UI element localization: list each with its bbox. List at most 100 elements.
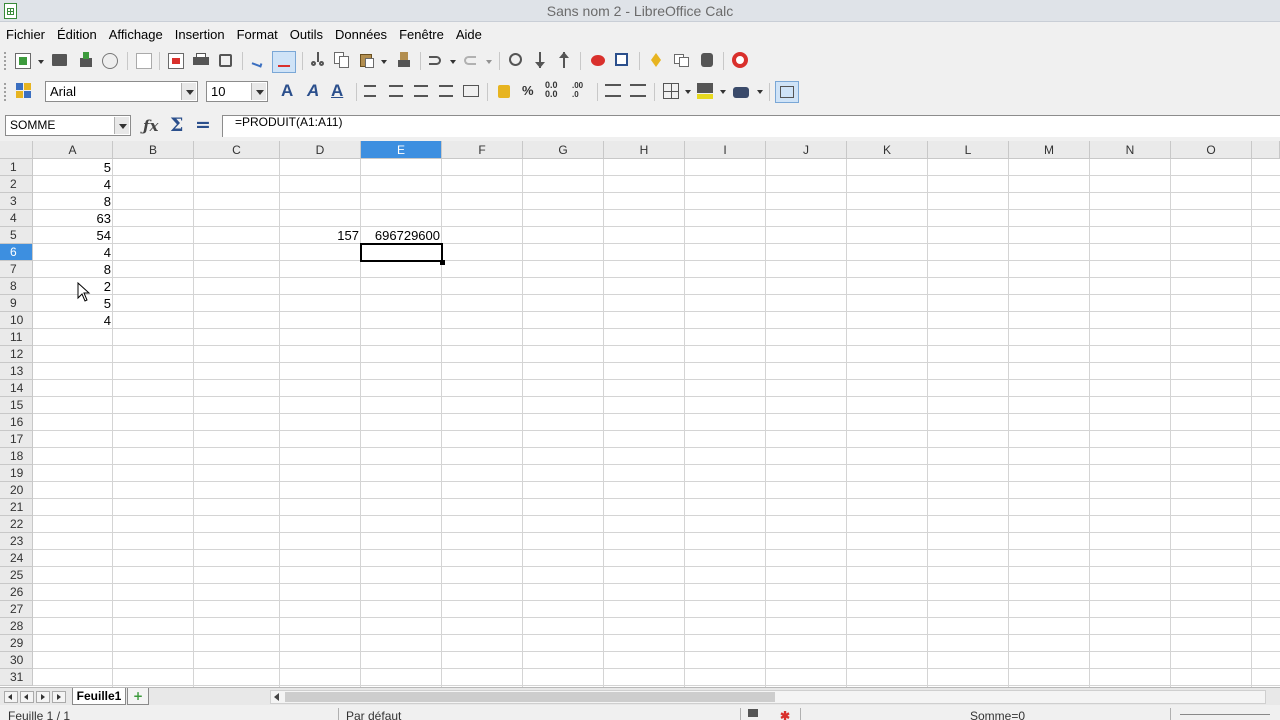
new-document-icon[interactable] <box>15 53 31 69</box>
row-header-20[interactable]: 20 <box>0 482 33 499</box>
row-header-10[interactable]: 10 <box>0 312 33 329</box>
row-header-16[interactable]: 16 <box>0 414 33 431</box>
column-header-g[interactable]: G <box>523 141 604 159</box>
row-header-3[interactable]: 3 <box>0 193 33 210</box>
row-header-9[interactable]: 9 <box>0 295 33 312</box>
undo-dropdown-arrow[interactable] <box>450 60 456 64</box>
menu-outils[interactable]: Outils <box>290 27 323 42</box>
row-header-29[interactable]: 29 <box>0 635 33 652</box>
clone-formatting-icon[interactable] <box>396 52 412 68</box>
menu-aide[interactable]: Aide <box>456 27 482 42</box>
add-decimal-icon[interactable]: .00.0 <box>572 81 583 99</box>
row-header-18[interactable]: 18 <box>0 448 33 465</box>
column-header-i[interactable]: I <box>685 141 766 159</box>
print-preview-icon[interactable] <box>218 53 234 69</box>
select-all-corner[interactable] <box>0 141 33 159</box>
column-header-k[interactable]: K <box>847 141 928 159</box>
percent-format-icon[interactable]: % <box>522 83 534 98</box>
sum-icon[interactable]: Σ <box>170 114 183 136</box>
new-dropdown-arrow[interactable] <box>38 60 44 64</box>
toolbar-grip[interactable] <box>4 52 8 70</box>
cell-e5[interactable]: 696729600 <box>361 227 442 244</box>
menu-fenetre[interactable]: Fenêtre <box>399 27 444 42</box>
justify-icon[interactable] <box>439 85 453 97</box>
status-page-style[interactable]: Par défaut <box>346 709 401 720</box>
formula-input[interactable]: =PRODUIT(A1:A11) <box>222 115 1280 137</box>
row-header-12[interactable]: 12 <box>0 346 33 363</box>
row-header-13[interactable]: 13 <box>0 363 33 380</box>
insert-chart-icon[interactable] <box>590 52 606 68</box>
column-header-a[interactable]: A <box>33 141 113 159</box>
cell-a2[interactable]: 4 <box>33 176 113 193</box>
standard-number-format-icon[interactable]: 0.0 0.0 <box>545 81 558 99</box>
export-pdf-icon[interactable] <box>168 53 184 69</box>
styles-formatting-icon[interactable] <box>16 83 32 99</box>
column-header-l[interactable]: L <box>928 141 1009 159</box>
menu-format[interactable]: Format <box>237 27 278 42</box>
align-center-icon[interactable] <box>389 85 403 97</box>
toggle-grid-lines-icon[interactable] <box>775 81 799 103</box>
function-wizard-icon[interactable]: ƒx <box>143 117 158 135</box>
cell-a4[interactable]: 63 <box>33 210 113 227</box>
column-header-c[interactable]: C <box>194 141 280 159</box>
decrease-indent-icon[interactable] <box>605 84 621 97</box>
zoom-slider[interactable] <box>1180 714 1270 715</box>
row-header-1[interactable]: 1 <box>0 159 33 176</box>
background-color-icon[interactable] <box>697 83 713 99</box>
menu-insertion[interactable]: Insertion <box>175 27 225 42</box>
font-color-dropdown-arrow[interactable] <box>757 90 763 94</box>
column-header-n[interactable]: N <box>1090 141 1171 159</box>
digital-signature-icon[interactable]: ✱ <box>780 709 790 720</box>
font-color-icon[interactable] <box>733 84 749 100</box>
redo-dropdown-arrow[interactable] <box>486 60 492 64</box>
row-header-28[interactable]: 28 <box>0 618 33 635</box>
cell-a8[interactable]: 2 <box>33 278 113 295</box>
name-box[interactable]: SOMME <box>5 115 131 136</box>
row-header-14[interactable]: 14 <box>0 380 33 397</box>
name-box-dropdown-arrow[interactable] <box>114 117 129 134</box>
cut-icon[interactable] <box>310 52 326 68</box>
menu-edition[interactable]: Édition <box>57 27 97 42</box>
autofill-handle[interactable] <box>440 260 445 265</box>
row-header-22[interactable]: 22 <box>0 516 33 533</box>
open-folder-icon[interactable] <box>52 54 67 66</box>
row-header-31[interactable]: 31 <box>0 669 33 686</box>
align-left-icon[interactable] <box>364 85 376 97</box>
save-icon[interactable] <box>78 52 94 68</box>
font-name-dropdown-arrow[interactable] <box>181 83 196 100</box>
column-header-e[interactable]: E <box>361 141 442 159</box>
column-header-d[interactable]: D <box>280 141 361 159</box>
cell-a7[interactable]: 8 <box>33 261 113 278</box>
redo-icon[interactable] <box>462 53 478 69</box>
hyperlink-icon[interactable] <box>508 52 524 68</box>
sheet-tab-feuille1[interactable]: Feuille1 <box>72 688 126 705</box>
previous-sheet-button[interactable] <box>20 691 34 703</box>
paste-icon[interactable] <box>359 52 375 68</box>
gallery-icon[interactable] <box>674 52 690 68</box>
cell-a1[interactable]: 5 <box>33 159 113 176</box>
column-header-b[interactable]: B <box>113 141 194 159</box>
pivot-table-icon[interactable] <box>614 52 630 68</box>
cell-a9[interactable]: 5 <box>33 295 113 312</box>
print-icon[interactable] <box>193 53 209 69</box>
cell-d5[interactable]: 157 <box>280 227 361 244</box>
row-header-17[interactable]: 17 <box>0 431 33 448</box>
row-header-26[interactable]: 26 <box>0 584 33 601</box>
row-header-5[interactable]: 5 <box>0 227 33 244</box>
sort-ascending-icon[interactable] <box>532 52 548 68</box>
bold-icon[interactable]: A <box>281 81 293 101</box>
currency-format-icon[interactable] <box>496 83 512 99</box>
email-icon[interactable] <box>102 53 118 69</box>
auto-spellcheck-icon[interactable] <box>272 51 296 73</box>
row-header-11[interactable]: 11 <box>0 329 33 346</box>
undo-icon[interactable] <box>427 53 443 69</box>
row-header-30[interactable]: 30 <box>0 652 33 669</box>
toolbar-grip[interactable] <box>4 83 8 101</box>
row-header-8[interactable]: 8 <box>0 278 33 295</box>
spreadsheet-grid[interactable]: A B C D E F G H I J K L M N O 1 2 3 4 5 6 7 8 9 10 11 12 13 14 15 16 17… <box>0 141 1280 687</box>
column-header-m[interactable]: M <box>1009 141 1090 159</box>
font-name-box[interactable]: Arial <box>45 81 198 102</box>
menu-affichage[interactable]: Affichage <box>109 27 163 42</box>
scroll-left-icon[interactable] <box>274 693 279 701</box>
column-header-h[interactable]: H <box>604 141 685 159</box>
